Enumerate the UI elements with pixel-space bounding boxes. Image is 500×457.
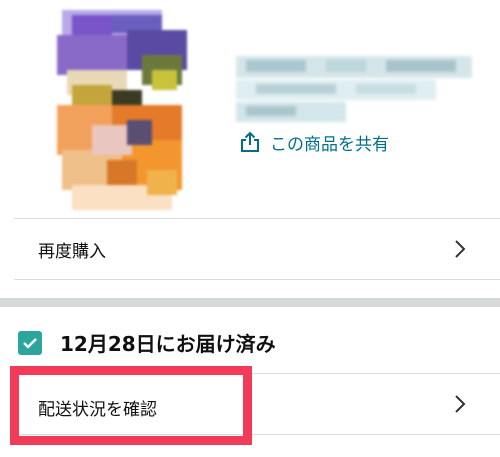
section-separator xyxy=(0,298,500,307)
share-label: この商品を共有 xyxy=(270,134,389,155)
delivered-check-icon xyxy=(18,331,42,355)
delivery-status: 12月28日にお届け済み xyxy=(60,332,276,356)
chevron-right-icon xyxy=(455,240,466,258)
product-title-blurred[interactable] xyxy=(236,56,472,126)
share-icon xyxy=(241,131,259,152)
divider xyxy=(14,279,500,280)
rebuy-row[interactable]: 再度購入 xyxy=(0,219,500,279)
product-image[interactable] xyxy=(52,10,192,220)
highlight-box xyxy=(10,366,252,445)
share-link[interactable]: この商品を共有 xyxy=(240,131,389,155)
chevron-right-icon xyxy=(455,395,466,413)
rebuy-label: 再度購入 xyxy=(38,242,106,262)
